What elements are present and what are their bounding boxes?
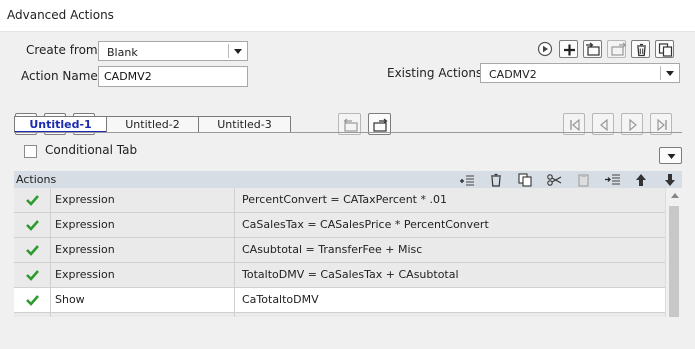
action-statement[interactable]: TotaltoDMV = CaSalesTax + CAsubtotal	[235, 263, 665, 288]
chevron-down-icon[interactable]	[229, 42, 247, 60]
tab-divider	[14, 132, 682, 133]
action-type[interactable]: Expression	[51, 263, 235, 288]
action-type[interactable]: Expression	[51, 238, 235, 263]
copy-icon[interactable]	[516, 171, 534, 189]
check-icon[interactable]	[14, 213, 51, 238]
action-statement[interactable]: PercentConvert = CATaxPercent * .01	[235, 188, 665, 213]
actions-grid: Expression PercentConvert = CATaxPercent…	[14, 188, 665, 317]
table-row[interactable]: Expression CAsubtotal = TransferFee + Mi…	[14, 238, 665, 263]
check-icon[interactable]	[14, 263, 51, 288]
table-row[interactable]: Show CaTotaltoDMV	[14, 288, 665, 313]
window-title: Advanced Actions	[7, 8, 114, 22]
arrow-up-icon[interactable]	[632, 171, 650, 189]
scroll-thumb[interactable]	[669, 206, 679, 317]
actions-title: Actions	[16, 173, 57, 186]
import-action-button[interactable]	[583, 40, 602, 58]
paste-icon[interactable]	[574, 171, 592, 189]
create-from-select[interactable]: Blank	[98, 41, 248, 61]
delete-action-button[interactable]	[631, 40, 650, 58]
conditional-tab-checkbox[interactable]	[24, 145, 37, 158]
plus-icon	[564, 44, 575, 56]
table-row[interactable]: Expression TotaltoDMV = CaSalesTax + CAs…	[14, 263, 665, 288]
arrow-down-icon[interactable]	[661, 171, 679, 189]
action-name-input[interactable]: CADMV2	[98, 66, 248, 87]
check-icon[interactable]	[14, 288, 51, 313]
scroll-up-icon[interactable]	[671, 193, 679, 198]
trash-icon[interactable]	[487, 171, 505, 189]
trash-icon	[637, 43, 646, 57]
table-row[interactable]	[14, 313, 665, 317]
import-icon	[586, 42, 600, 56]
conditional-tab-row: Conditional Tab	[14, 140, 682, 162]
action-statement[interactable]: CaTotaltoDMV	[235, 288, 665, 313]
row-check-cell[interactable]	[14, 313, 51, 317]
action-type[interactable]	[51, 313, 235, 317]
play-icon[interactable]	[536, 40, 554, 58]
existing-actions-label: Existing Actions:	[387, 66, 487, 80]
scissors-icon[interactable]	[545, 171, 563, 189]
table-row[interactable]: Expression CaSalesTax = CASalesPrice * P…	[14, 213, 665, 238]
duplicate-icon	[658, 43, 673, 57]
title-bar: Advanced Actions	[0, 0, 695, 32]
existing-actions-value: CADMV2	[489, 68, 537, 81]
add-action-button[interactable]	[559, 40, 578, 58]
action-statement[interactable]	[235, 313, 665, 317]
chevron-down-icon[interactable]	[661, 64, 679, 82]
action-type[interactable]: Expression	[51, 188, 235, 213]
duplicate-action-button[interactable]	[655, 40, 674, 58]
tab-untitled-2[interactable]: Untitled-2	[106, 116, 199, 133]
insert-row-icon[interactable]	[458, 171, 476, 189]
export-icon	[611, 42, 627, 56]
tab-untitled-1[interactable]: Untitled-1	[14, 116, 107, 133]
indent-icon[interactable]	[603, 171, 621, 189]
conditional-tab-label: Conditional Tab	[45, 143, 138, 157]
check-icon[interactable]	[14, 188, 51, 213]
action-statement[interactable]: CaSalesTax = CASalesPrice * PercentConve…	[235, 213, 665, 238]
existing-actions-select[interactable]: CADMV2	[480, 63, 680, 83]
action-statement[interactable]: CAsubtotal = TransferFee + Misc	[235, 238, 665, 263]
action-name-label: Action Name:	[21, 69, 102, 83]
tab-untitled-3[interactable]: Untitled-3	[198, 116, 291, 133]
actions-header: Actions	[14, 171, 682, 188]
action-type[interactable]: Show	[51, 288, 235, 313]
action-type[interactable]: Expression	[51, 213, 235, 238]
create-from-label: Create from:	[26, 43, 102, 57]
create-from-value: Blank	[107, 46, 138, 59]
vertical-scrollbar[interactable]	[665, 188, 682, 317]
table-row[interactable]: Expression PercentConvert = CATaxPercent…	[14, 188, 665, 213]
check-icon[interactable]	[14, 238, 51, 263]
export-action-button[interactable]	[607, 40, 627, 58]
